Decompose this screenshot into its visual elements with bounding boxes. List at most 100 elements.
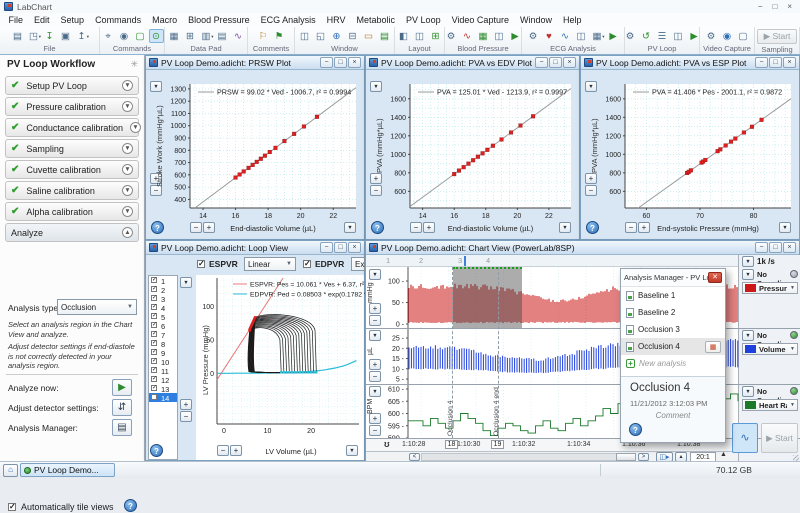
channel-zoom-out-button[interactable]: − [369,315,381,326]
maximize-button[interactable]: □ [334,242,347,253]
popup-titlebar[interactable]: Analysis Manager - PV Loo... ✕ [621,269,725,287]
menu-pv-loop[interactable]: PV Loop [401,15,447,25]
analysis-item-baseline-2[interactable]: Baseline 2 [621,304,725,321]
welcome-home-icon[interactable]: ⌂ [3,464,18,477]
ecg-averaging-icon[interactable]: ▦▾ [590,29,605,43]
maximize-button[interactable]: □ [769,57,782,68]
datapad-autofill-icon[interactable]: ▤ [215,29,230,43]
ecg-analyze-icon[interactable]: ▶ [606,29,621,43]
datapad-view-icon[interactable]: ▦ [167,29,182,43]
bp-analyze-icon[interactable]: ▶ [508,29,523,43]
pvloop-loop-icon[interactable]: ↺ [639,29,654,43]
tile-windows-icon[interactable]: ◫ [297,29,312,43]
window-titlebar[interactable]: PV Loop Demo.adicht: PVA vs EDV Plot−□× [366,56,579,70]
chart-start-button[interactable]: ▶ Start [761,423,798,453]
ratio-up-icon[interactable]: ▲ [720,451,727,458]
workflow-step-alpha-calibration[interactable]: ✔Alpha calibration▼ [5,202,139,221]
workflow-step-setup-pv-loop[interactable]: ✔Setup PV Loop▼ [5,76,139,95]
pvloop-workflow-icon[interactable]: ☰ [655,29,670,43]
comment-number-box[interactable]: 18 [445,440,458,450]
minimize-button[interactable]: − [755,242,768,253]
comment-number-box[interactable]: 19 [491,440,504,450]
workflow-step-conductance-calibration[interactable]: ✔Conductance calibration▼ [5,118,139,137]
delete-analysis-button[interactable]: ▦ [705,341,721,353]
workflow-step-pressure-calibration[interactable]: ✔Pressure calibration▼ [5,97,139,116]
sampling-select-button[interactable]: ▼ [742,269,754,280]
scroll-right-button[interactable]: > [638,453,649,462]
ecg-panel-icon[interactable]: ◫ [574,29,589,43]
loop-x-zoom-out[interactable]: − [217,445,229,456]
workflow-step-cuvette-calibration[interactable]: ✔Cuvette calibration▼ [5,160,139,179]
comments-list-icon[interactable]: ⚑ [272,29,287,43]
vc-settings-icon[interactable]: ⚙ [704,29,719,43]
pvloop-analyze-icon[interactable]: ▶ [687,29,702,43]
scope-window-icon[interactable]: ▭ [361,29,376,43]
maximize-button[interactable]: □ [769,242,782,253]
y-axis-options-button[interactable]: ▼ [150,81,162,92]
plot-help-button[interactable]: ? [586,221,599,234]
y-axis-options-button[interactable]: ▼ [370,81,382,92]
tile-views-checkbox[interactable] [8,503,16,511]
window-titlebar[interactable]: PV Loop Demo.adicht: Chart View (PowerLa… [366,241,799,255]
import-file-icon[interactable]: ↧ [42,29,57,43]
chart-mode-button[interactable]: ∿ [732,423,758,453]
print-icon[interactable]: ▣ [58,29,73,43]
chart-window-icon[interactable]: ▤ [377,29,392,43]
channel-name-select[interactable]: Volume▼ [742,343,798,355]
close-button[interactable]: × [348,242,361,253]
window-titlebar[interactable]: PV Loop Demo.adicht: Loop View−□× [146,241,364,255]
menu-file[interactable]: File [3,15,29,25]
new-file-icon[interactable]: ▤ [10,29,25,43]
sampling-select-button[interactable]: ▼ [742,386,754,397]
expand-view-button[interactable]: ▴ [675,452,687,462]
vc-camera-icon[interactable]: ◉ [720,29,735,43]
menu-macro[interactable]: Macro [147,15,183,25]
workflow-step-sampling[interactable]: ✔Sampling▼ [5,139,139,158]
minimize-button[interactable]: − [320,242,333,253]
vc-display-icon[interactable]: ▢ [736,29,751,43]
scrollbar-thumb[interactable] [616,453,636,462]
ecg-beats-icon[interactable]: ♥ [542,29,557,43]
pvloop-settings-icon[interactable]: ⚙ [623,29,638,43]
menu-help[interactable]: Help [557,15,587,25]
layout-grid-icon[interactable]: ⊞ [428,29,443,43]
app-maximize-button[interactable]: □ [772,2,777,11]
channel-zoom-out-button[interactable]: − [369,371,381,382]
analysis-type-select[interactable]: Occlusion▼ [57,299,137,315]
channel-axis-options-button[interactable]: ▼ [369,386,381,397]
macro-icon[interactable]: ◉ [117,29,132,43]
minimize-button[interactable]: − [535,57,548,68]
menu-commands[interactable]: Commands [90,15,147,25]
cascade-windows-icon[interactable]: ◱ [313,29,328,43]
datapad-add-icon[interactable]: ⊞ [183,29,198,43]
y-axis-options-button[interactable]: ▼ [585,81,597,92]
workflow-step-saline-calibration[interactable]: ✔Saline calibration▼ [5,181,139,200]
workflow-options-icon[interactable]: ✳ [130,59,138,70]
channel-zoom-in-button[interactable]: + [369,413,381,424]
loop-help-button[interactable]: ? [150,444,163,457]
layout-single-icon[interactable]: ◧ [396,29,411,43]
datapad-options-icon[interactable]: ▥▾ [199,29,214,43]
document-tab[interactable]: PV Loop Demo... [20,463,115,477]
analysis-item-occlusion-3[interactable]: Occlusion 3 [621,321,725,338]
analysis-manager-button[interactable]: ▤ [112,419,132,436]
menu-video-capture[interactable]: Video Capture [446,15,514,25]
bp-settings-icon[interactable]: ⚙ [444,29,459,43]
ecg-hrv-icon[interactable]: ∿ [558,29,573,43]
loop-x-axis-options-button[interactable]: ▼ [346,445,358,456]
compress-view-button[interactable]: ◫▸ [656,452,673,462]
menu-window[interactable]: Window [514,15,557,25]
split-window-icon[interactable]: ⊟ [345,29,360,43]
layout-tile-icon[interactable]: ◫ [412,29,427,43]
workflow-step-analyze[interactable]: Analyze▲ [5,223,139,242]
channel-axis-options-button[interactable]: ▼ [369,330,381,341]
selection-region[interactable] [453,267,522,328]
close-button[interactable]: × [563,57,576,68]
menu-metabolic[interactable]: Metabolic [351,15,401,25]
analyze-now-button[interactable]: ▶ [112,379,132,396]
loop-x-zoom-in[interactable]: + [230,445,242,456]
find-icon[interactable]: ⌖ [101,29,116,43]
sampling-select-button[interactable]: ▼ [742,330,754,341]
open-file-icon[interactable]: ◳▾ [26,29,41,43]
close-button[interactable]: × [783,57,796,68]
